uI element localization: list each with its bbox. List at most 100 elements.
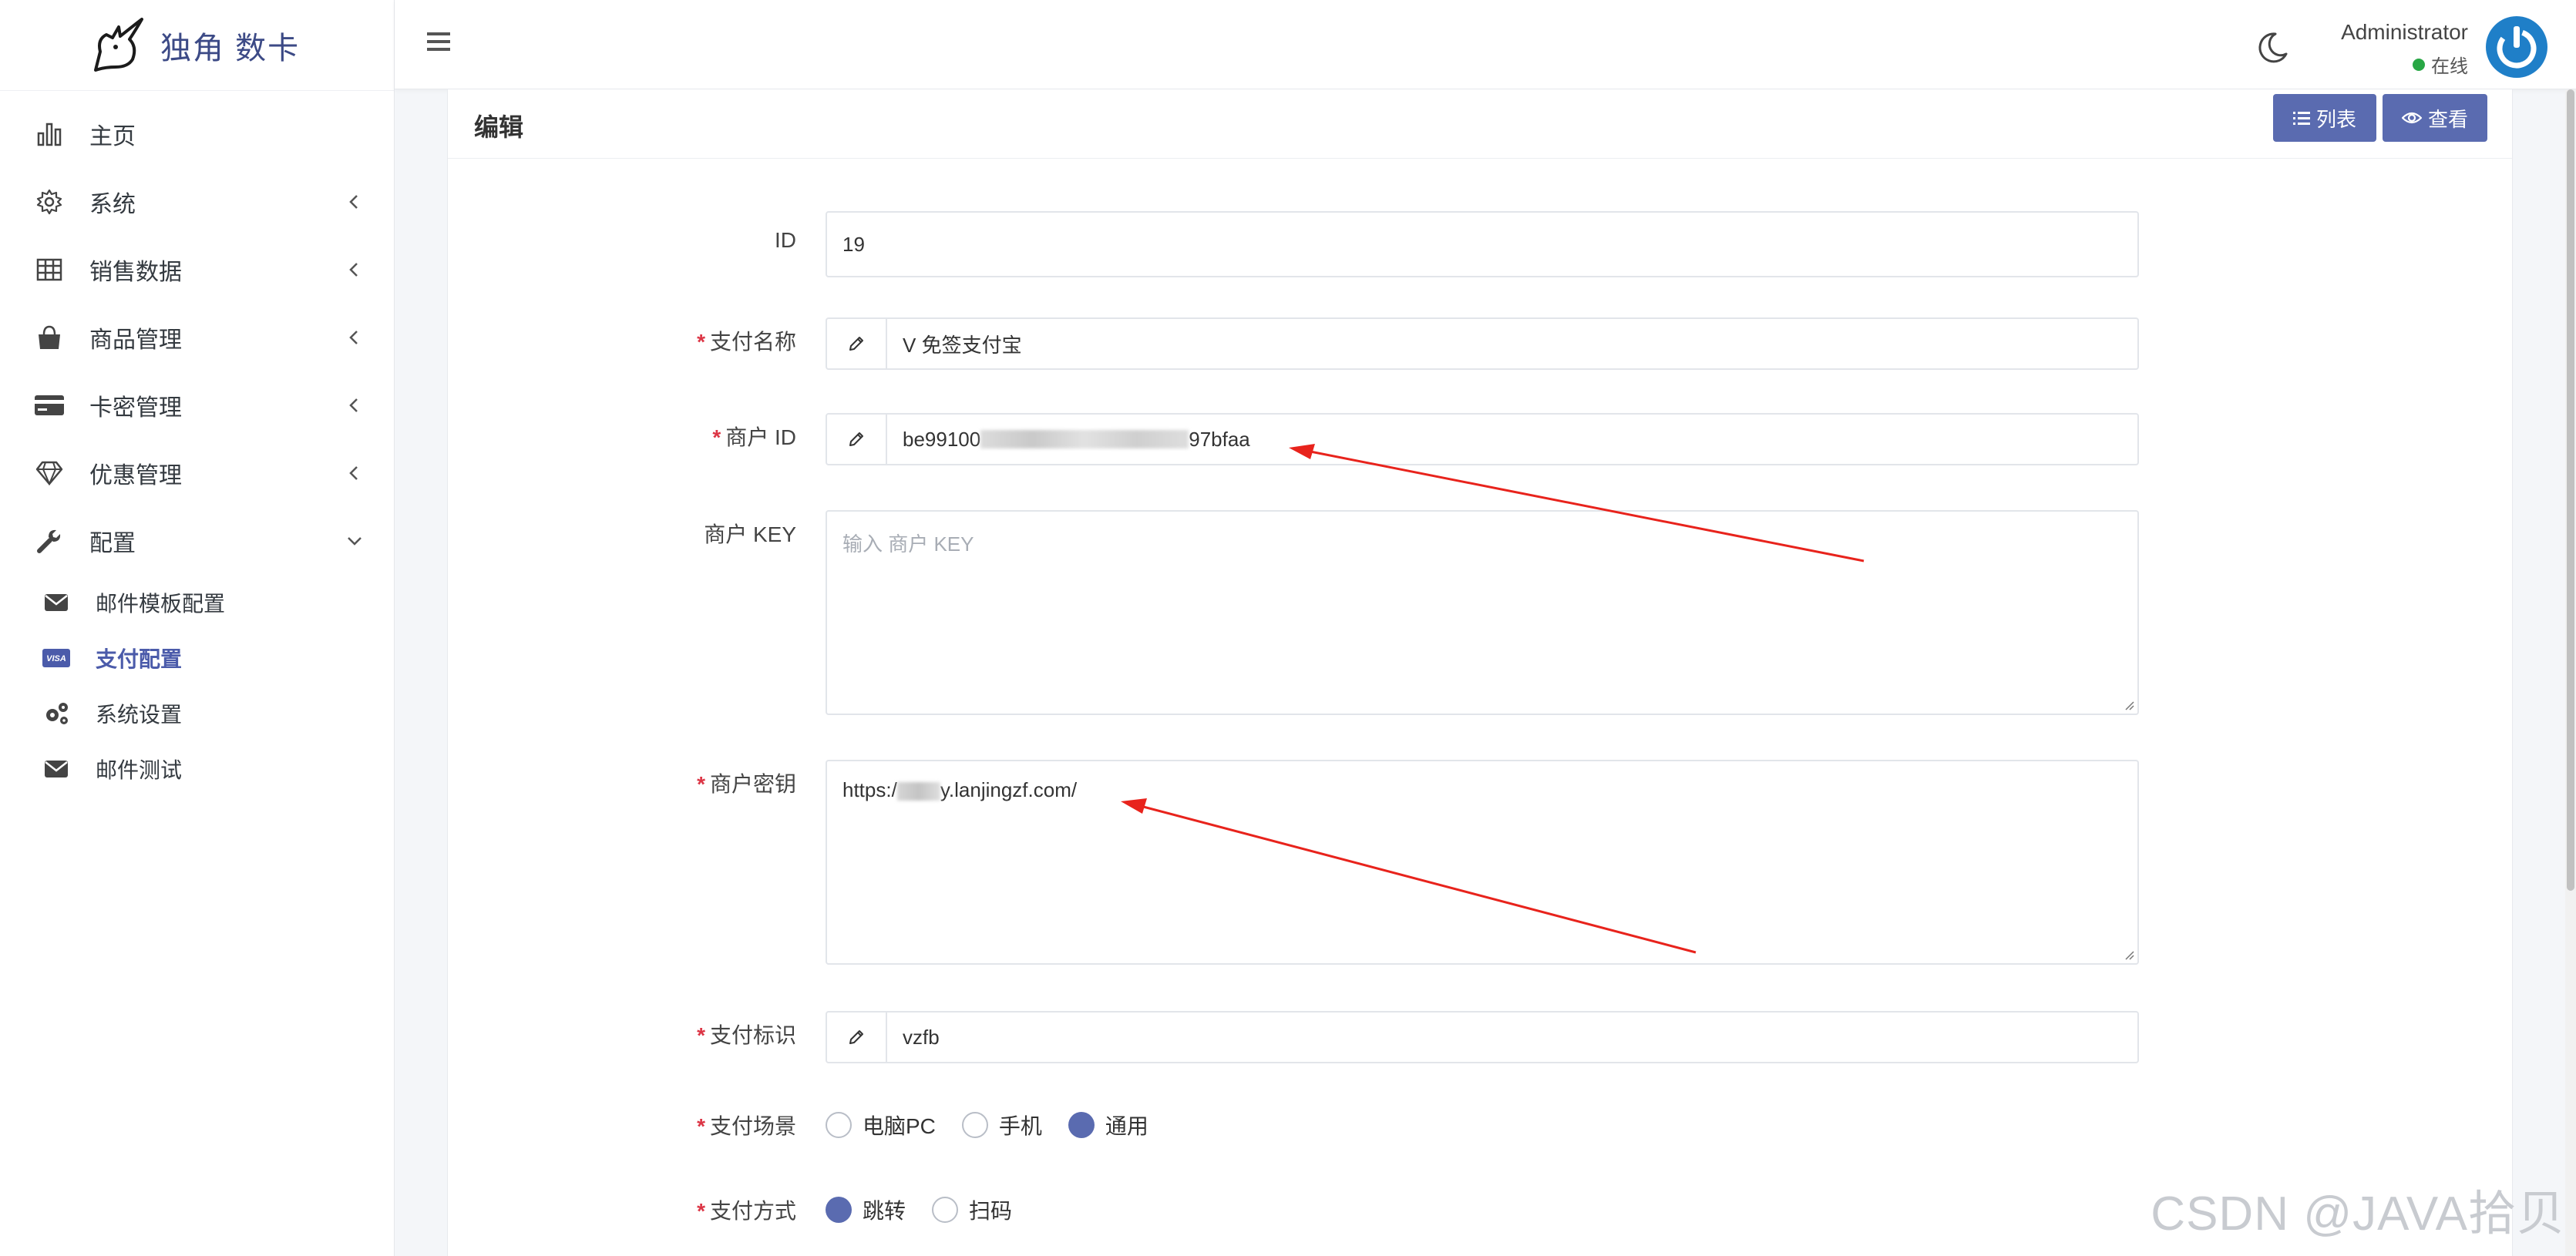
pay-client-label: * 支付场景: [697, 1114, 796, 1138]
card-title: 编辑: [474, 113, 524, 141]
pay-check-input[interactable]: vzfb: [826, 1011, 2139, 1063]
resize-grip-icon[interactable]: [2122, 698, 2134, 710]
sidebar-nav: 主页 系统 销售数据 商品管理 卡密管理 优惠管理 配置 邮件模板配置 VISA…: [0, 91, 394, 797]
sidebar-subitem-label: 系统设置: [96, 703, 183, 727]
svg-text:VISA: VISA: [46, 654, 66, 663]
sidebar-item-system[interactable]: 系统: [0, 168, 394, 236]
user-name[interactable]: Administrator: [2341, 20, 2468, 45]
envelope-icon: [42, 754, 71, 784]
sidebar-item-config[interactable]: 配置: [0, 507, 394, 575]
sidebar-item-sales[interactable]: 销售数据: [0, 236, 394, 304]
online-status-dot-icon: [2413, 58, 2425, 71]
table-icon: [34, 254, 65, 285]
id-field[interactable]: 19: [826, 211, 2139, 277]
user-status: 在线: [2413, 51, 2468, 78]
dark-mode-moon-icon[interactable]: [2255, 31, 2289, 65]
pay-client-radio-mobile[interactable]: 手机: [961, 1110, 1042, 1140]
radio-circle: [932, 1197, 959, 1223]
merchant-id-label: * 商户 ID: [712, 425, 796, 449]
avatar[interactable]: [2485, 15, 2548, 79]
sidebar-item-goods[interactable]: 商品管理: [0, 304, 394, 371]
scrollbar-thumb[interactable]: [2567, 89, 2574, 891]
merchant-id-input[interactable]: be99100 97bfaa: [826, 413, 2139, 465]
sidebar-subitem-system-settings[interactable]: 系统设置: [0, 686, 394, 741]
sidebar-subitem-mail-test[interactable]: 邮件测试: [0, 741, 394, 797]
chevron-left-icon: [349, 466, 358, 480]
sidebar-item-label: 配置: [89, 531, 136, 556]
radio-circle-checked: [1068, 1112, 1095, 1138]
merchant-secret-textarea[interactable]: https:/y.lanjingzf.com/: [826, 760, 2139, 965]
merchant-key-textarea[interactable]: 输入 商户 KEY: [826, 510, 2139, 715]
sidebar-item-label: 销售数据: [89, 260, 182, 285]
required-asterisk: *: [697, 1114, 705, 1138]
radio-circle: [961, 1112, 988, 1138]
credit-card-icon: [34, 390, 65, 421]
required-asterisk: *: [697, 1199, 705, 1223]
blurred-redaction: [980, 430, 1189, 448]
pencil-icon: [827, 1013, 887, 1062]
chevron-down-icon: [348, 537, 362, 546]
list-button[interactable]: 列表: [2273, 94, 2376, 142]
merchant-key-label: 商户 KEY: [704, 522, 796, 546]
diamond-icon: [34, 458, 65, 489]
sidebar-item-coupons[interactable]: 优惠管理: [0, 439, 394, 507]
merchant-key-placeholder: 输入 商户 KEY: [842, 532, 974, 556]
required-asterisk: *: [697, 330, 705, 354]
topbar: Administrator 在线: [395, 0, 2576, 89]
pay-method-label: * 支付方式: [697, 1199, 796, 1223]
sidebar-subitem-mail-template[interactable]: 邮件模板配置: [0, 575, 394, 630]
chevron-left-icon: [349, 263, 358, 277]
required-asterisk: *: [697, 1023, 705, 1047]
sidebar-item-home[interactable]: 主页: [0, 100, 394, 168]
pay-check-value: vzfb: [903, 1025, 940, 1049]
sidebar-subitem-label: 邮件模板配置: [96, 592, 226, 616]
radio-circle: [826, 1112, 852, 1138]
view-button[interactable]: 查看: [2383, 94, 2487, 142]
merchant-id-value: be99100 97bfaa: [903, 427, 1250, 451]
required-asterisk: *: [712, 425, 721, 449]
pencil-icon: [827, 415, 887, 464]
gear-icon: [34, 186, 65, 217]
blurred-redaction: [896, 782, 940, 801]
sidebar-subitem-label: 支付配置: [96, 647, 183, 671]
merchant-secret-value: https:/y.lanjingzf.com/: [842, 778, 1078, 801]
sidebar-item-label: 商品管理: [89, 327, 182, 353]
radio-circle-checked: [826, 1197, 852, 1223]
pay-name-input[interactable]: V 免签支付宝: [826, 317, 2139, 370]
sidebar: 独角 数卡 主页 系统 销售数据 商品管理 卡密管理 优惠管理 配置 邮件模板配…: [0, 0, 395, 1256]
chevron-left-icon: [349, 398, 358, 412]
envelope-icon: [42, 588, 71, 617]
user-status-text: 在线: [2431, 56, 2468, 77]
pay-method-radio-redirect[interactable]: 跳转: [826, 1194, 906, 1225]
sidebar-item-label: 主页: [89, 124, 136, 149]
chevron-left-icon: [349, 331, 358, 344]
pay-client-radio-pc[interactable]: 电脑PC: [826, 1110, 936, 1140]
shopping-bag-icon: [34, 322, 65, 353]
resize-grip-icon[interactable]: [2122, 948, 2134, 960]
view-button-label: 查看: [2427, 107, 2468, 131]
merchant-secret-label: * 商户密钥: [697, 772, 796, 796]
edit-card: 编辑 列表 查看 ID 19 * 支付名称 V 免签支付宝 * 商户 ID be99…: [447, 89, 2513, 1256]
unicorn-logo-icon: [94, 17, 143, 72]
sidebar-item-cards[interactable]: 卡密管理: [0, 371, 394, 439]
pay-client-radio-general[interactable]: 通用: [1068, 1110, 1148, 1140]
pay-method-radio-group: 跳转 扫码: [826, 1194, 1038, 1225]
pencil-icon: [827, 319, 887, 368]
pay-method-radio-scan[interactable]: 扫码: [932, 1194, 1012, 1225]
bar-chart-icon: [34, 119, 65, 149]
sidebar-subitem-label: 邮件测试: [96, 758, 183, 782]
watermark: CSDN @JAVA拾贝: [2151, 1187, 2565, 1241]
id-value: 19: [842, 232, 865, 256]
chevron-left-icon: [349, 195, 358, 209]
brand[interactable]: 独角 数卡: [0, 0, 394, 91]
page-scrollbar[interactable]: [2565, 89, 2576, 1256]
id-label: ID: [775, 228, 796, 252]
card-header: 编辑 列表 查看: [448, 89, 2512, 159]
brand-name: 独角 数卡: [160, 31, 301, 65]
hamburger-menu-icon[interactable]: [424, 26, 455, 57]
eye-icon: [2401, 112, 2422, 124]
gears-icon: [42, 699, 71, 728]
sidebar-subitem-payment-config[interactable]: VISA 支付配置: [0, 630, 394, 686]
sidebar-item-label: 系统: [89, 192, 136, 217]
visa-card-icon: VISA: [42, 643, 71, 673]
